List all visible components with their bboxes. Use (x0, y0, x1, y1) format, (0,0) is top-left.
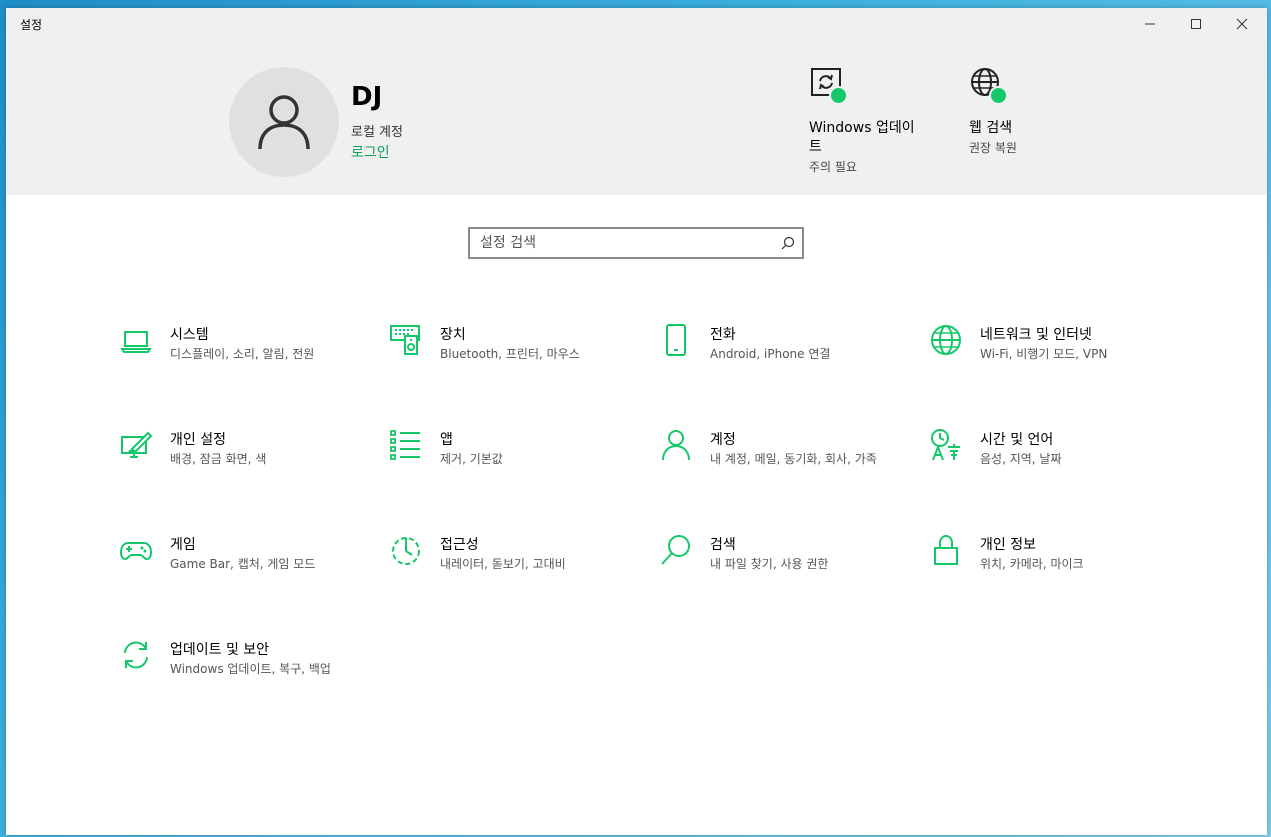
search-icon (661, 535, 690, 565)
quick-web-search[interactable]: 웹 검색 권장 복원 (969, 66, 1109, 156)
tile-desc: 내 계정, 메일, 동기화, 회사, 가족 (710, 452, 877, 466)
search-icon[interactable] (781, 236, 795, 250)
time-language-icon (931, 429, 960, 461)
tile-system[interactable]: 시스템 디스플레이, 소리, 알림, 전원 (120, 324, 370, 394)
person-icon (662, 430, 690, 461)
close-icon (1236, 18, 1248, 30)
tile-name: 장치 (440, 327, 466, 343)
tile-gaming[interactable]: 게임 Game Bar, 캡처, 게임 모드 (120, 534, 370, 604)
tile-privacy[interactable]: 개인 정보 위치, 카메라, 마이크 (930, 534, 1180, 604)
tile-apps[interactable]: 앱 제거, 기본값 (390, 429, 640, 499)
tile-desc: Bluetooth, 프린터, 마우스 (440, 347, 580, 361)
tile-desc: Wi-Fi, 비행기 모드, VPN (980, 347, 1108, 361)
user-avatar-icon (258, 95, 310, 150)
tile-desc: 배경, 잠금 화면, 색 (170, 452, 267, 466)
tile-accounts[interactable]: 계정 내 계정, 메일, 동기화, 회사, 가족 (660, 429, 910, 499)
tile-name: 시스템 (170, 327, 209, 343)
tile-search[interactable]: 검색 내 파일 찾기, 사용 권한 (660, 534, 910, 604)
tile-desc: 내레이터, 돋보기, 고대비 (440, 557, 566, 571)
tile-desc: 음성, 지역, 날짜 (980, 452, 1062, 466)
tile-phone[interactable]: 전화 Android, iPhone 연결 (660, 324, 910, 394)
minimize-button[interactable] (1127, 8, 1173, 40)
devices-icon (390, 325, 420, 355)
avatar[interactable] (229, 67, 339, 177)
login-link[interactable]: 로그인 (351, 142, 390, 162)
maximize-icon (1191, 19, 1201, 29)
gamepad-icon (120, 542, 152, 561)
minimize-icon (1145, 23, 1155, 25)
search-input[interactable] (470, 229, 780, 257)
tile-update-security[interactable]: 업데이트 및 보안 Windows 업데이트, 복구, 백업 (120, 639, 370, 709)
apps-list-icon (390, 430, 420, 460)
laptop-icon (120, 331, 152, 353)
tile-personalization[interactable]: 개인 설정 배경, 잠금 화면, 색 (120, 429, 370, 499)
tile-name: 앱 (440, 432, 453, 448)
quick-windows-update[interactable]: Windows 업데이트 주의 필요 (809, 66, 949, 175)
quick-item-subtitle: 주의 필요 (809, 160, 857, 174)
status-dot (989, 86, 1008, 105)
lock-icon (934, 534, 958, 565)
tile-name: 시간 및 언어 (980, 432, 1054, 448)
phone-icon (666, 324, 686, 356)
tile-name: 접근성 (440, 537, 479, 553)
header-panel: 설정 DJ 로컬 계정 로그인 Windows 업데이트 주의 필요 웹 검색 … (6, 8, 1267, 195)
close-button[interactable] (1219, 8, 1265, 40)
tile-name: 업데이트 및 보안 (170, 642, 270, 658)
tile-name: 계정 (710, 432, 736, 448)
tile-name: 개인 설정 (170, 432, 226, 448)
account-type: 로컬 계정 (351, 125, 403, 140)
accessibility-icon (392, 537, 420, 565)
window-title: 설정 (20, 18, 43, 32)
quick-item-subtitle: 권장 복원 (969, 141, 1017, 155)
sync-icon (124, 641, 148, 669)
quick-item-title: Windows 업데이트 (809, 120, 915, 155)
tile-desc: 위치, 카메라, 마이크 (980, 557, 1084, 571)
attention-dot (829, 86, 848, 105)
tile-desc: 내 파일 찾기, 사용 권한 (710, 557, 829, 571)
tile-desc: 디스플레이, 소리, 알림, 전원 (170, 347, 315, 361)
personalization-icon (121, 431, 152, 458)
tile-name: 검색 (710, 537, 736, 553)
maximize-button[interactable] (1173, 8, 1219, 40)
tile-desc: Game Bar, 캡처, 게임 모드 (170, 557, 316, 571)
tile-desc: 제거, 기본값 (440, 452, 503, 466)
tile-name: 게임 (170, 537, 196, 553)
tile-name: 전화 (710, 327, 736, 343)
tile-network[interactable]: 네트워크 및 인터넷 Wi-Fi, 비행기 모드, VPN (930, 324, 1180, 394)
tile-desc: Android, iPhone 연결 (710, 347, 831, 361)
tile-time-language[interactable]: 시간 및 언어 음성, 지역, 날짜 (930, 429, 1180, 499)
tile-name: 네트워크 및 인터넷 (980, 327, 1092, 343)
tile-desc: Windows 업데이트, 복구, 백업 (170, 662, 331, 676)
settings-window: 설정 DJ 로컬 계정 로그인 Windows 업데이트 주의 필요 웹 검색 … (6, 8, 1267, 835)
quick-item-title: 웹 검색 (969, 120, 1013, 136)
tile-devices[interactable]: 장치 Bluetooth, 프린터, 마우스 (390, 324, 640, 394)
settings-search-box[interactable] (468, 227, 804, 259)
tile-name: 개인 정보 (980, 537, 1036, 553)
tile-accessibility[interactable]: 접근성 내레이터, 돋보기, 고대비 (390, 534, 640, 604)
user-name: DJ (351, 82, 383, 112)
globe-icon (931, 325, 961, 355)
